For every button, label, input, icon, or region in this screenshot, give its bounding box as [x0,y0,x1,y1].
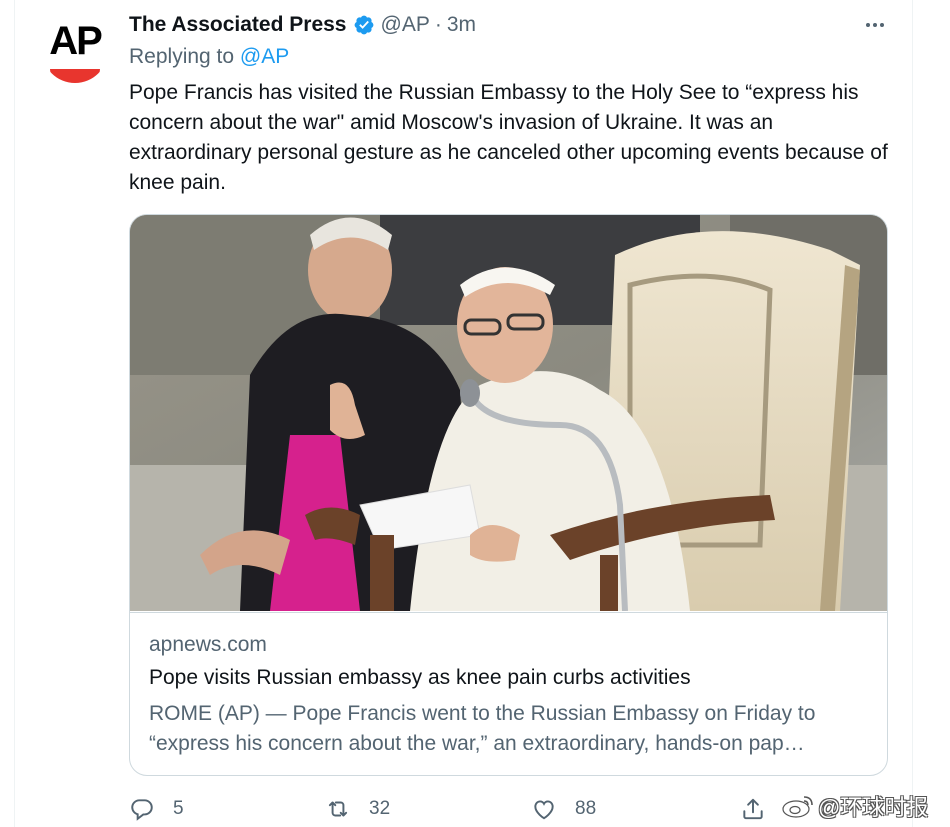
more-dot [866,23,870,27]
watermark-text: @环球时报 [818,795,929,820]
card-photo[interactable] [130,215,887,611]
link-card[interactable]: apnews.com Pope visits Russian embassy a… [129,214,888,776]
like-count: 88 [575,798,597,819]
author-name[interactable]: The Associated Press [129,13,347,37]
tweet-header: The Associated Press @AP · 3m [129,12,476,38]
card-body[interactable]: apnews.com Pope visits Russian embassy a… [130,612,887,775]
retweet-icon [328,801,348,817]
replying-mention-link[interactable]: @AP [240,45,289,68]
like-button[interactable]: 88 [531,795,596,823]
header-separator: · [434,13,442,36]
tweet-timestamp[interactable]: 3m [447,13,476,37]
more-options-icon[interactable] [860,12,890,38]
card-title: Pope visits Russian embassy as knee pain… [149,666,691,689]
column-border-right [912,0,913,827]
weibo-icon [782,796,813,818]
more-dot [873,23,877,27]
avatar-logo-text: AP [49,19,103,63]
heart-icon [534,800,554,820]
author-handle[interactable]: @AP [381,13,430,37]
reply-icon [131,799,153,821]
weibo-watermark: @环球时报 [780,792,928,820]
reply-count: 5 [173,798,184,819]
share-button[interactable] [740,795,766,823]
column-border-left [14,0,15,827]
replying-to-line: Replying to @AP [129,45,289,69]
more-dot [880,23,884,27]
reply-button[interactable]: 5 [129,795,184,823]
avatar[interactable]: AP [42,17,108,83]
verified-badge-icon [354,15,373,35]
card-domain: apnews.com [149,633,267,656]
tweet-text: Pope Francis has visited the Russian Emb… [129,81,888,194]
replying-prefix: Replying to [129,45,235,68]
retweet-button[interactable]: 32 [325,795,390,823]
retweet-count: 32 [369,798,391,819]
photo-pope-francis-image [130,215,887,611]
avatar-logo-red-arc [50,69,100,83]
share-icon [743,798,763,820]
card-description: ROME (AP) — Pope Francis went to the Rus… [149,702,816,755]
